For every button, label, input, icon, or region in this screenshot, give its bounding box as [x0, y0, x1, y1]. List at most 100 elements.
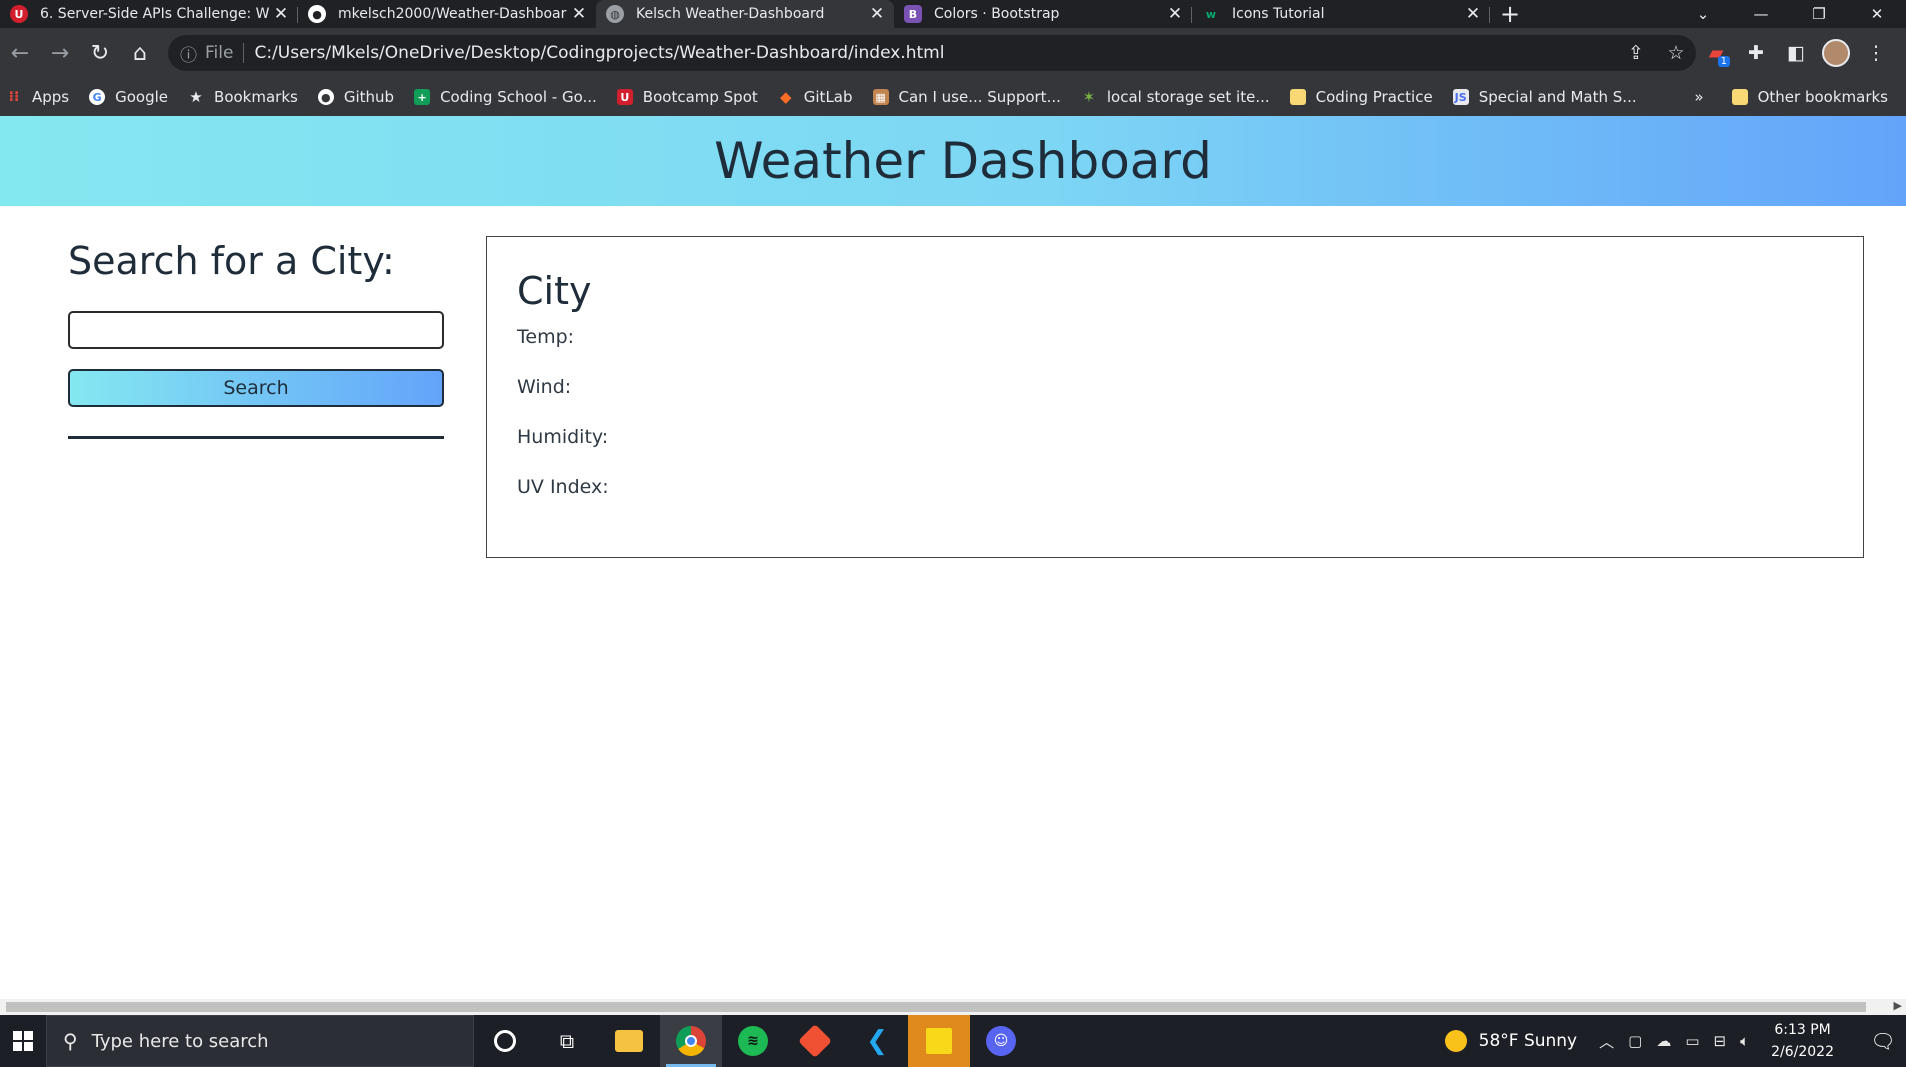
bookmark-label: Coding Practice: [1315, 88, 1433, 106]
start-button[interactable]: [0, 1015, 46, 1067]
share-icon[interactable]: ⇪: [1616, 42, 1656, 64]
battery-icon[interactable]: ▭: [1685, 1032, 1699, 1050]
weather-widget[interactable]: 58°F Sunny: [1479, 1031, 1578, 1051]
volume-icon[interactable]: 🔈︎: [1740, 1032, 1749, 1050]
clock-date: 2/6/2022: [1771, 1044, 1834, 1060]
discord-logo: ☺: [986, 1026, 1016, 1056]
wind-label: Wind:: [517, 376, 572, 398]
bookmark-bootcamp-spot[interactable]: U Bootcamp Spot: [616, 88, 758, 106]
close-icon[interactable]: ✕: [866, 4, 888, 24]
avatar[interactable]: [1822, 39, 1850, 67]
file-explorer-icon[interactable]: [598, 1015, 660, 1067]
info-icon[interactable]: ⓘ: [180, 41, 197, 66]
window-close-icon[interactable]: ✕: [1848, 0, 1906, 28]
close-icon[interactable]: ✕: [270, 4, 292, 24]
menu-kebab-icon[interactable]: ⋮: [1856, 33, 1896, 73]
taskbar-search-box[interactable]: ⚲ Type here to search: [46, 1015, 474, 1067]
tab-title: 6. Server-Side APIs Challenge: W: [40, 6, 270, 22]
extension-translate-icon[interactable]: ▰ 1: [1696, 33, 1736, 73]
folder-icon: [615, 1030, 643, 1052]
close-icon[interactable]: ✕: [1462, 4, 1484, 24]
scroll-right-arrow-icon[interactable]: ▶: [1894, 999, 1902, 1012]
tab-weather-dashboard[interactable]: ◍ Kelsch Weather-Dashboard ✕: [596, 0, 894, 28]
bookmark-label: Coding School - Go...: [440, 88, 597, 106]
bookmark-gitlab[interactable]: ◆ GitLab: [778, 88, 853, 106]
chrome-logo: [676, 1026, 706, 1056]
tab-server-side-apis[interactable]: U 6. Server-Side APIs Challenge: W ✕: [0, 0, 298, 28]
close-icon[interactable]: ✕: [568, 4, 590, 24]
other-bookmarks[interactable]: Other bookmarks: [1731, 88, 1888, 106]
vscode-logo: ❮: [866, 1026, 888, 1056]
bootstrap-icon: B: [904, 5, 922, 23]
reload-icon[interactable]: ↻: [80, 33, 120, 73]
chrome-icon[interactable]: [660, 1015, 722, 1067]
search-panel: Search for a City: Search: [68, 239, 444, 439]
bookmark-coding-practice[interactable]: Coding Practice: [1289, 88, 1433, 106]
bookmark-apps[interactable]: ⁝⁝ Apps: [6, 88, 69, 106]
bookmark-caniuse[interactable]: ▦ Can I use... Support...: [872, 88, 1061, 106]
scrollbar-thumb[interactable]: [6, 1002, 1866, 1012]
uv-index-label: UV Index:: [517, 476, 609, 498]
bookmark-label: Github: [343, 88, 395, 106]
address-bar[interactable]: ⓘ File C:/Users/Mkels/OneDrive/Desktop/C…: [168, 35, 1696, 71]
bookmark-label: Bootcamp Spot: [642, 88, 758, 106]
bookmark-label: Bookmarks: [214, 88, 298, 106]
caniuse-icon: ▦: [872, 89, 889, 105]
minimize-icon[interactable]: —: [1732, 0, 1790, 28]
home-icon[interactable]: ⌂: [120, 33, 160, 73]
browser-toolbar: ← → ↻ ⌂ ⓘ File C:/Users/Mkels/OneDrive/D…: [0, 28, 1906, 78]
bookmark-bookmarks[interactable]: ★ Bookmarks: [188, 88, 298, 106]
new-tab-button[interactable]: +: [1490, 0, 1530, 28]
extensions-puzzle-icon[interactable]: ✚: [1736, 33, 1776, 73]
taskbar-search-placeholder: Type here to search: [91, 1030, 269, 1052]
search-heading: Search for a City:: [68, 239, 395, 283]
bookmark-local-storage[interactable]: ✶ local storage set ite...: [1081, 88, 1270, 106]
bookmark-google[interactable]: G Google: [89, 88, 168, 106]
sticky-notes-icon[interactable]: [908, 1015, 970, 1067]
tab-bootstrap-colors[interactable]: B Colors · Bootstrap ✕: [894, 0, 1192, 28]
tab-icons-tutorial[interactable]: w Icons Tutorial ✕: [1192, 0, 1490, 28]
sun-icon: [1444, 1030, 1467, 1052]
windows-taskbar: ⚲ Type here to search ⧉ ≋ ❮ ☺ 58°F Sunny…: [0, 1015, 1906, 1067]
bookmarks-overflow-button[interactable]: »: [1694, 88, 1703, 106]
horizontal-scrollbar[interactable]: ▶: [0, 999, 1906, 1015]
bookmark-coding-school[interactable]: + Coding School - Go...: [414, 88, 597, 106]
meet-now-icon[interactable]: ▢: [1628, 1032, 1642, 1050]
url-text[interactable]: C:/Users/Mkels/OneDrive/Desktop/Codingpr…: [254, 43, 1616, 63]
task-view-icon[interactable]: ⧉: [536, 1015, 598, 1067]
city-name: City: [517, 269, 592, 313]
restore-icon[interactable]: ❐: [1790, 0, 1848, 28]
bookmark-label: GitLab: [803, 88, 853, 106]
cortana-icon[interactable]: [474, 1015, 536, 1067]
notification-icon[interactable]: 🗨︎: [1860, 1029, 1906, 1053]
bookmark-github[interactable]: ● Github: [317, 88, 395, 106]
network-icon[interactable]: ⊟: [1714, 1032, 1727, 1050]
folder-icon: [1289, 89, 1306, 105]
clock-time: 6:13 PM: [1774, 1022, 1831, 1038]
back-arrow-icon[interactable]: ←: [0, 33, 40, 73]
discord-icon[interactable]: ☺: [970, 1015, 1032, 1067]
vscode-icon[interactable]: ❮: [846, 1015, 908, 1067]
bookmark-label: Other bookmarks: [1757, 88, 1888, 106]
spotify-icon[interactable]: ≋: [722, 1015, 784, 1067]
bookmark-label: Apps: [32, 88, 70, 106]
search-button[interactable]: Search: [68, 369, 444, 407]
search-icon: ⚲: [63, 1029, 78, 1053]
side-panel-icon[interactable]: ◧: [1776, 33, 1816, 73]
extension-badge: 1: [1717, 56, 1730, 67]
tab-github-repo[interactable]: ● mkelsch2000/Weather-Dashboar ✕: [298, 0, 596, 28]
close-icon[interactable]: ✕: [1164, 4, 1186, 24]
city-search-input[interactable]: [68, 311, 444, 349]
git-icon[interactable]: [784, 1015, 846, 1067]
forward-arrow-icon[interactable]: →: [40, 33, 80, 73]
bookmark-star-icon[interactable]: ☆: [1656, 42, 1696, 64]
apps-grid-icon: ⁝⁝: [8, 89, 20, 105]
task-view-glyph: ⧉: [559, 1029, 575, 1053]
tab-search-icon[interactable]: ⌄: [1674, 0, 1732, 28]
clock[interactable]: 6:13 PM 2/6/2022: [1771, 1019, 1834, 1063]
chevron-up-icon[interactable]: ︿: [1599, 1031, 1614, 1052]
onedrive-icon[interactable]: ☁: [1656, 1032, 1671, 1050]
bookmark-label: local storage set ite...: [1106, 88, 1270, 106]
git-logo: [798, 1024, 832, 1058]
bookmark-special-math[interactable]: JS Special and Math S...: [1452, 88, 1637, 106]
